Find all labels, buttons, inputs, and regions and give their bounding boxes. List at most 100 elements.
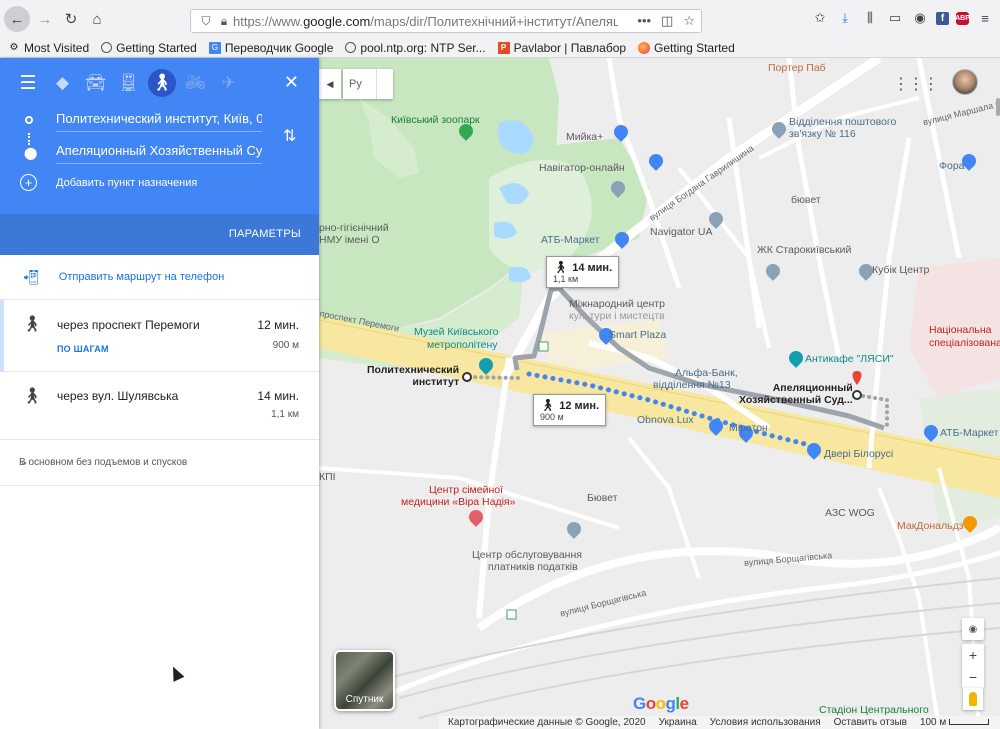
zoom-in-button[interactable]: + <box>962 644 984 666</box>
step-by-step-link[interactable]: ПО ШАГАМ <box>57 344 109 354</box>
close-directions-button[interactable]: ✕ <box>284 72 299 93</box>
swap-button[interactable]: ⇅ <box>283 126 296 146</box>
account-icon[interactable]: ◉ <box>911 8 929 28</box>
destination-label-line-1: Апеляционный <box>772 382 853 394</box>
back-button[interactable]: ← <box>4 6 30 32</box>
more-actions-icon[interactable]: ••• <box>637 13 651 29</box>
map-label-mcd: МакДональдз <box>897 520 964 532</box>
map-label-dveri: Двері Білорусі <box>824 448 894 460</box>
mouse-cursor-icon <box>167 664 185 682</box>
send-to-phone-label: Отправить маршрут на телефон <box>58 271 225 283</box>
arrow-left-icon: ← <box>9 10 25 28</box>
attribution-feedback-link[interactable]: Оставить отзыв <box>834 717 907 728</box>
arrow-right-icon: → <box>37 10 53 28</box>
shield-icon[interactable]: ⛉ <box>197 14 215 29</box>
url-prefix: https://www. <box>233 13 304 29</box>
map-label-cnap-1: Центр обслуговування <box>472 549 582 561</box>
menu-button[interactable]: ☰ <box>14 68 42 98</box>
main-route-callout[interactable]: 🚶︎ 12 мин. 900 м <box>533 394 607 426</box>
map-attribution: Картографические данные © Google, 2020 У… <box>439 716 1000 729</box>
mode-cycling[interactable]: 🚲︎ <box>179 68 212 98</box>
bookmark-pavlabor[interactable]: P Pavlabor | Павлабор <box>497 40 627 55</box>
mode-transit[interactable]: 🚆︎ <box>112 68 145 98</box>
send-to-phone-button[interactable]: 📲︎ Отправить маршрут на телефон <box>0 255 319 300</box>
map-label-cnap-2: платників податків <box>488 561 578 573</box>
terrain-summary[interactable]: В основном без подъемов и спусков ⌄ <box>0 440 319 486</box>
facebook-icon[interactable]: f <box>936 11 949 25</box>
bookmark-getting-started[interactable]: Getting Started <box>101 41 197 55</box>
attribution-terms-link[interactable]: Условия использования <box>710 717 821 728</box>
library-icon[interactable]: ⫼ <box>861 8 879 28</box>
add-destination-button[interactable]: + Добавить пункт назначения <box>20 174 197 191</box>
destination-input[interactable]: Апеляционный Хозяйственный Суд <box>56 140 262 164</box>
browser-toolbar: ← → ↻ ⌂ ⛉ 🔒︎ https://www.google.com/maps… <box>0 0 1000 38</box>
mode-driving[interactable]: 🚘︎ <box>79 68 112 98</box>
map-label-atb-2: АТБ-Маркет <box>940 427 999 439</box>
scale-bar[interactable]: 100 м <box>920 717 990 728</box>
scale-line <box>949 719 990 725</box>
alt-route-distance: 1,1 км <box>553 274 579 284</box>
swap-icon: ⇅ <box>283 128 297 145</box>
bookmark-ntp-pool[interactable]: pool.ntp.org: NTP Ser... <box>345 41 486 55</box>
layers-button[interactable]: Ру <box>343 69 393 99</box>
bookmark-google-translate[interactable]: G Переводчик Google <box>208 40 334 55</box>
apps-grid-icon[interactable]: ⋮⋮⋮ <box>893 74 939 94</box>
route-option-1[interactable]: 🚶︎ через проспект Перемоги 12 мин. 900 м… <box>0 300 319 372</box>
alt-route-time: 14 мин. <box>572 262 613 274</box>
route-via: через проспект Перемоги <box>57 318 200 332</box>
globe-icon <box>101 42 113 53</box>
map-label-porter: Портер Паб <box>768 62 826 74</box>
map-canvas[interactable]: Портер Паб Київський зоопарк Мийка+ Відд… <box>319 58 1000 729</box>
avatar[interactable] <box>952 69 978 95</box>
walking-icon: 🚶︎ <box>540 398 556 412</box>
forward-button[interactable]: → <box>32 6 58 32</box>
url-domain: google.com <box>303 13 371 29</box>
reload-button[interactable]: ↻ <box>58 6 84 32</box>
map-label-anat-1: рно-гігієнічний <box>319 222 389 234</box>
origin-map-label: Политехнический институт <box>367 364 459 388</box>
mode-walking[interactable]: 🚶︎ <box>148 69 176 97</box>
zoom-out-button[interactable]: − <box>962 666 984 688</box>
map-label-miyka: Мийка+ <box>566 131 604 143</box>
pegman-icon[interactable] <box>963 688 983 710</box>
alt-route-callout[interactable]: 🚶︎ 14 мин. 1,1 км <box>546 256 620 288</box>
route-dots-icon <box>28 133 30 145</box>
collapse-panel-button[interactable]: ◀ <box>319 69 341 99</box>
home-button[interactable]: ⌂ <box>84 6 110 32</box>
bookmark-most-visited[interactable]: ⚙ Most Visited <box>8 41 90 55</box>
star-icon[interactable]: ☆ <box>683 13 695 29</box>
airplane-icon: ✈ <box>221 73 236 92</box>
map-label-museum-2: метрополітену <box>427 339 498 351</box>
destination-pin-icon: ⬤ <box>24 146 38 160</box>
map-label-antikafe: Антикафе "ЛЯСИ" <box>805 353 894 365</box>
pocket-icon[interactable]: ◫ <box>661 13 673 29</box>
map-label-buvet-1: бювет <box>791 194 821 206</box>
route-option-2[interactable]: 🚶︎ через вул. Шулявська 14 мин. 1,1 км <box>0 372 319 440</box>
my-location-button[interactable]: ◉ <box>962 618 984 640</box>
bookmark-label: Переводчик Google <box>224 40 334 55</box>
mode-best[interactable]: ◆ <box>46 68 79 98</box>
bookmark-label: Pavlabor | Павлабор <box>513 40 627 55</box>
origin-input[interactable]: Политехнический институт, Київ, 02000 <box>56 108 262 132</box>
attribution-country[interactable]: Украина <box>659 717 697 728</box>
layers-label: Ру <box>349 78 362 90</box>
options-button[interactable]: ПАРАМЕТРЫ <box>229 228 301 240</box>
map-label-buvet-2: Бювет <box>587 492 618 504</box>
map-label-museum-1: Музей Київського <box>414 326 499 338</box>
url-text[interactable]: https://www.google.com/maps/dir/Политехн… <box>233 14 618 29</box>
map-label-kubik: Кубік Центр <box>872 264 930 276</box>
satellite-toggle[interactable]: Спутник <box>334 650 395 711</box>
adblock-icon[interactable]: ABP <box>955 11 970 25</box>
download-icon[interactable]: ⤓ <box>836 8 854 28</box>
bicycle-icon: 🚲︎ <box>184 73 207 92</box>
lock-icon[interactable]: 🔒︎ <box>215 14 233 29</box>
url-bar[interactable]: ⛉ 🔒︎ https://www.google.com/maps/dir/Пол… <box>190 9 702 33</box>
star-list-icon[interactable]: ✩ <box>811 8 829 28</box>
map-label-alfa-1: Альфа-Банк, <box>675 367 738 379</box>
bookmark-getting-started-ff[interactable]: Getting Started <box>638 41 735 55</box>
scrollbar-thumb[interactable] <box>996 98 1000 116</box>
menu-icon[interactable]: ≡ <box>976 8 994 28</box>
sidebar-icon[interactable]: ▭ <box>886 8 904 28</box>
attribution-data: Картографические данные © Google, 2020 <box>448 717 646 728</box>
mode-flights[interactable]: ✈ <box>212 68 245 98</box>
